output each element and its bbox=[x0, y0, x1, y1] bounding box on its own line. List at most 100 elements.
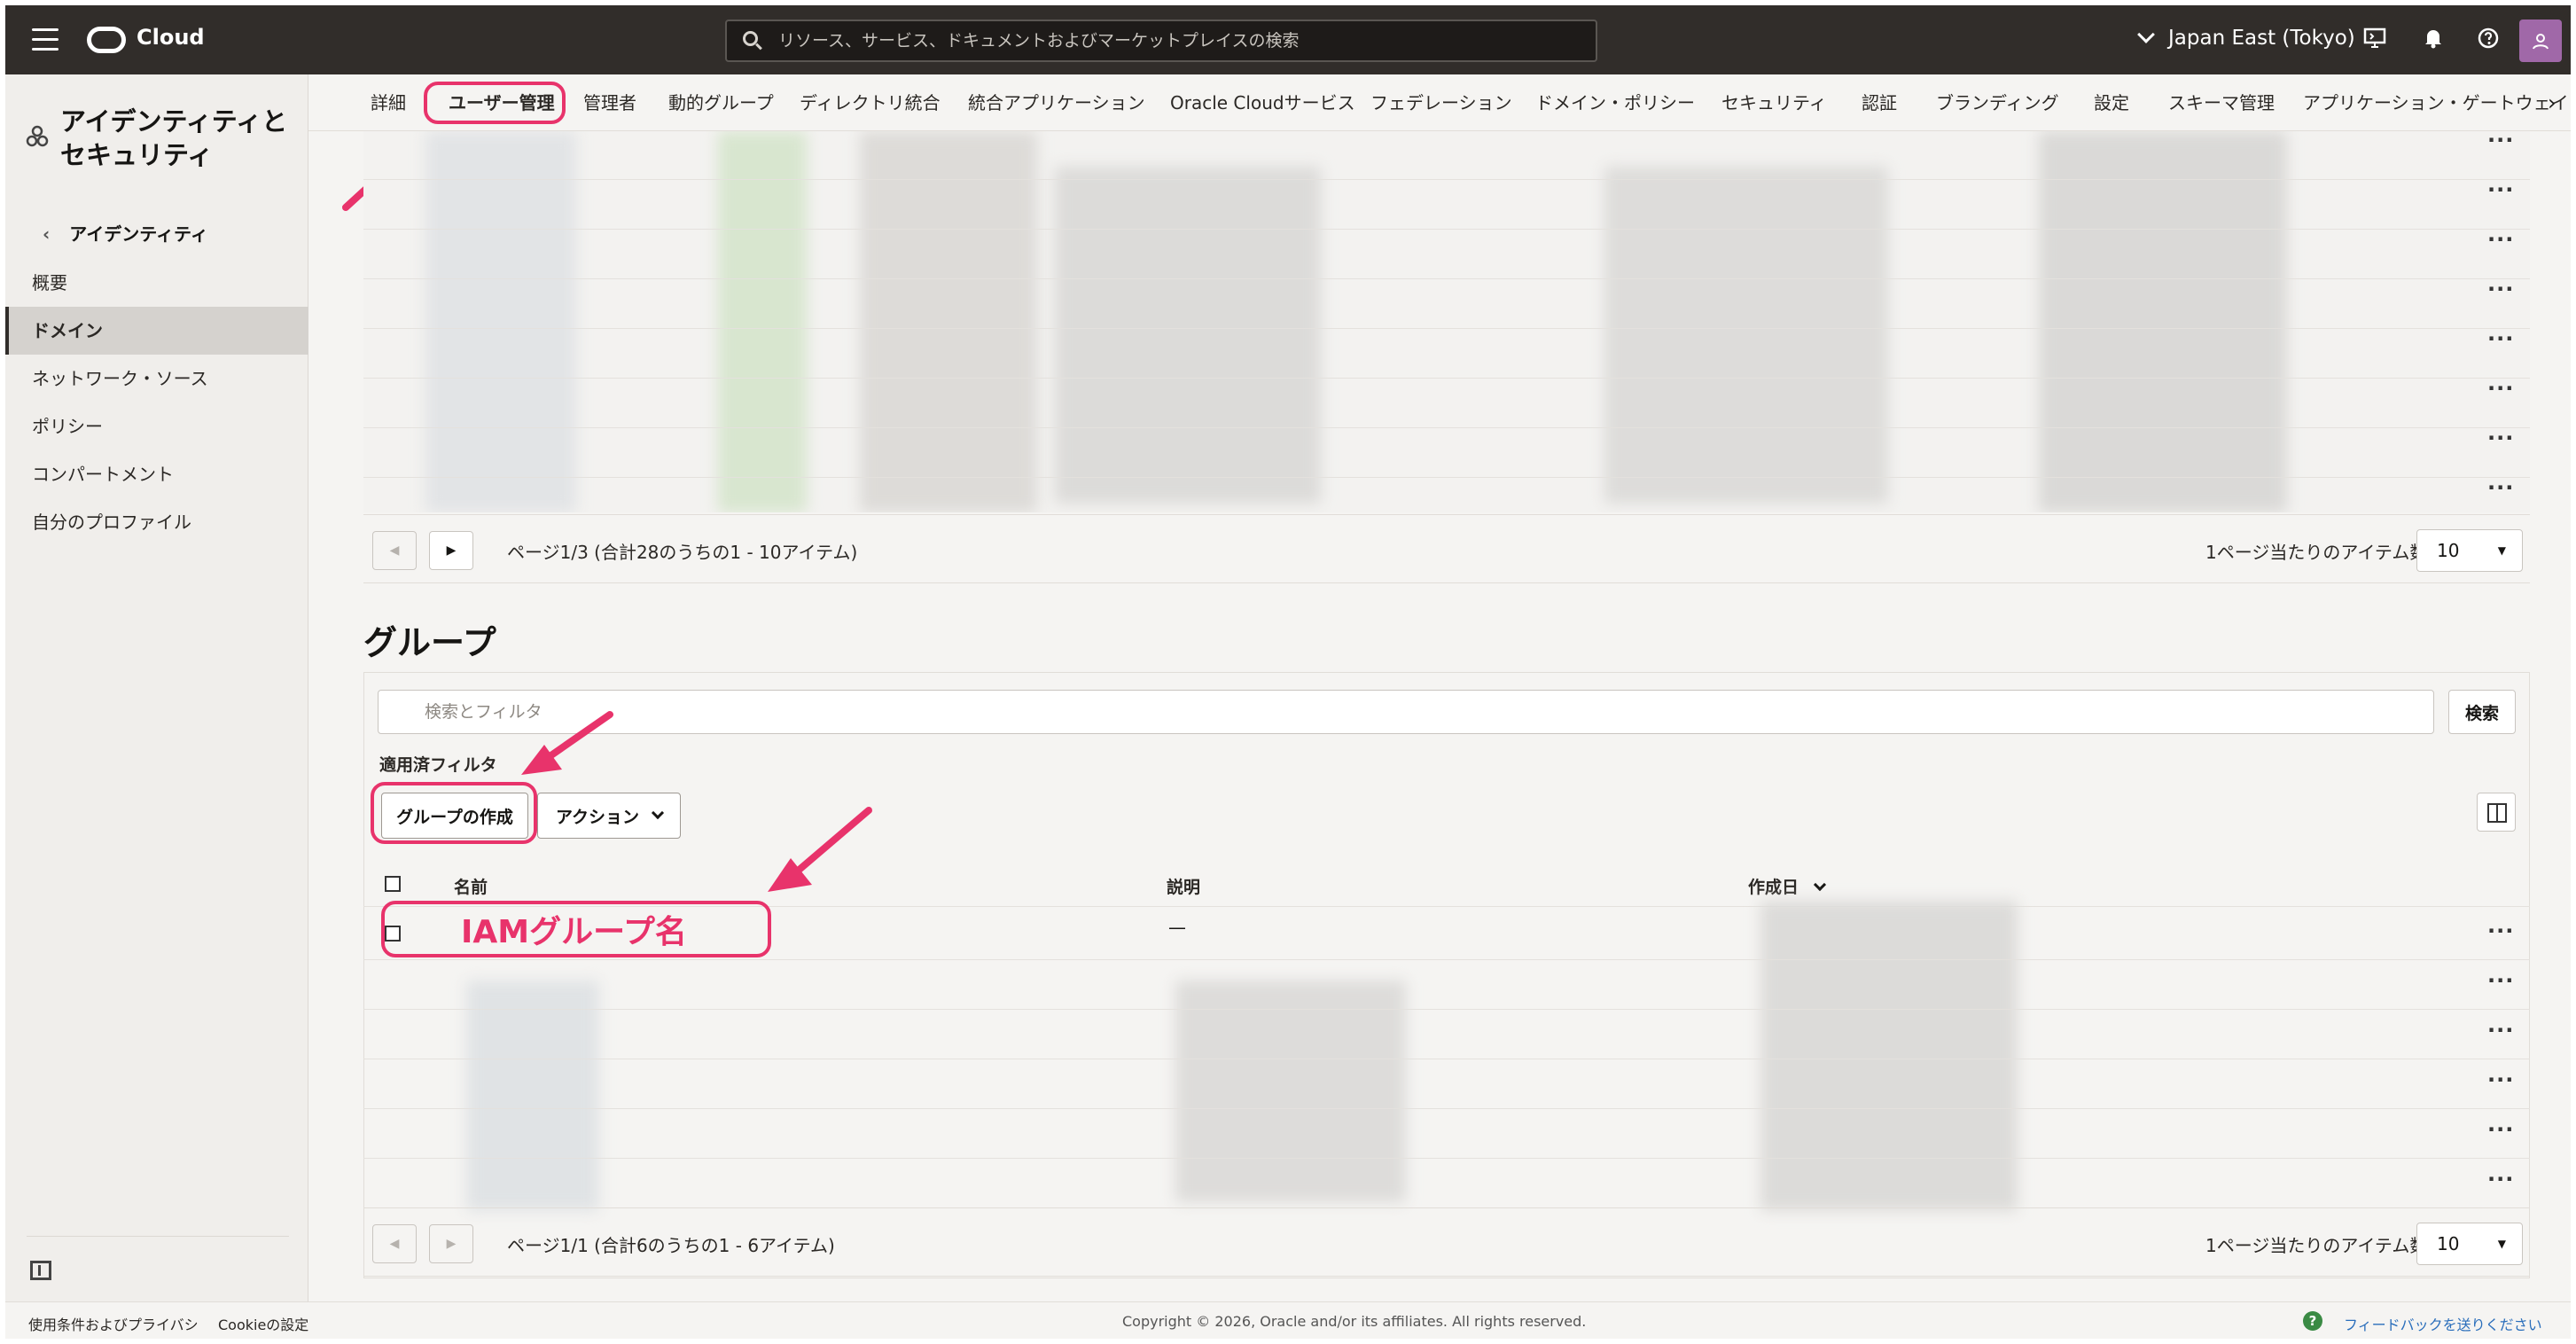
actions-menu-button[interactable]: アクション bbox=[537, 793, 681, 839]
column-header-created-label: 作成日 bbox=[1748, 878, 1799, 897]
sort-descending-icon bbox=[1813, 878, 1826, 892]
feedback-help-icon: ? bbox=[2303, 1311, 2322, 1331]
caret-down-icon: ▼ bbox=[2497, 1238, 2506, 1250]
next-page-button[interactable]: ▶ bbox=[429, 531, 473, 570]
tab-administrators[interactable]: 管理者 bbox=[583, 89, 636, 114]
column-header-created[interactable]: 作成日 bbox=[1748, 874, 1826, 898]
redacted-block bbox=[1760, 901, 2018, 1211]
row-divider bbox=[363, 378, 2530, 379]
row-divider bbox=[363, 477, 2530, 478]
groups-page-info: ページ1/1 (合計6のうちの1 - 6アイテム) bbox=[507, 1235, 835, 1256]
feedback-link[interactable]: フィードバックを送りください bbox=[2344, 1313, 2542, 1334]
row-actions-icon[interactable]: ··· bbox=[2487, 128, 2514, 152]
tab-dynamic-groups[interactable]: 動的グループ bbox=[668, 89, 774, 114]
tabs-scroll-right-icon[interactable]: › bbox=[2548, 90, 2556, 115]
cloud-shell-icon[interactable] bbox=[2361, 27, 2388, 53]
back-to-identity-link[interactable]: ‹ アイデンティティ bbox=[43, 220, 208, 246]
column-header-name[interactable]: 名前 bbox=[454, 874, 488, 898]
collapse-sidebar-icon[interactable] bbox=[30, 1261, 51, 1280]
tab-settings[interactable]: 設定 bbox=[2094, 89, 2129, 114]
row-divider bbox=[363, 328, 2530, 329]
applied-filters-label: 適用済フィルタ bbox=[379, 755, 497, 775]
menu-icon[interactable] bbox=[32, 28, 59, 51]
back-link-label: アイデンティティ bbox=[69, 223, 208, 245]
sidebar-item-network-sources[interactable]: ネットワーク・ソース bbox=[5, 355, 308, 402]
groups-search-button[interactable]: 検索 bbox=[2448, 690, 2516, 734]
tab-integrated-applications[interactable]: 統合アプリケーション bbox=[968, 89, 1145, 114]
row-actions-icon[interactable]: ··· bbox=[2487, 177, 2514, 202]
column-header-description[interactable]: 説明 bbox=[1167, 874, 1200, 898]
column-settings-icon[interactable] bbox=[2477, 793, 2516, 832]
users-per-page-select[interactable]: 10 ▼ bbox=[2416, 529, 2523, 572]
row-actions-icon[interactable]: ··· bbox=[2487, 1067, 2514, 1092]
sidebar-item-domains[interactable]: ドメイン bbox=[5, 307, 308, 355]
notifications-bell-icon[interactable] bbox=[2420, 27, 2447, 53]
search-icon bbox=[743, 31, 762, 51]
sidebar-item-overview[interactable]: 概要 bbox=[5, 259, 308, 307]
row-actions-icon[interactable]: ··· bbox=[2487, 277, 2514, 301]
sidebar-item-policies[interactable]: ポリシー bbox=[5, 402, 308, 450]
identity-security-icon bbox=[25, 124, 50, 155]
groups-per-page-label: 1ページ当たりのアイテム数 bbox=[2205, 1235, 2428, 1256]
region-selector[interactable]: Japan East (Tokyo) bbox=[2135, 26, 2355, 50]
row-actions-icon[interactable]: ··· bbox=[2487, 426, 2514, 450]
row-actions-icon[interactable]: ··· bbox=[2487, 475, 2514, 500]
annotation-arrow-icon bbox=[768, 807, 872, 892]
terms-link[interactable]: 使用条件およびプライバシ bbox=[28, 1313, 199, 1334]
cookie-settings-link[interactable]: Cookieの設定 bbox=[218, 1313, 308, 1334]
first-row-description: — bbox=[1168, 917, 1186, 938]
tab-oracle-cloud-services[interactable]: Oracle Cloudサービス bbox=[1170, 89, 1355, 114]
help-icon[interactable] bbox=[2475, 27, 2502, 53]
row-divider bbox=[363, 278, 2530, 279]
brand-name[interactable]: Cloud bbox=[137, 25, 205, 50]
row-divider bbox=[363, 427, 2530, 428]
row-actions-icon[interactable]: ··· bbox=[2487, 1167, 2514, 1192]
oracle-logo-icon[interactable] bbox=[87, 27, 126, 53]
row-actions-icon[interactable]: ··· bbox=[2487, 918, 2514, 943]
sidebar: アイデンティティとセキュリティ ‹ アイデンティティ 概要 ドメイン ネットワーク… bbox=[5, 74, 308, 1301]
next-page-button[interactable]: ▶ bbox=[429, 1224, 473, 1263]
tab-security[interactable]: セキュリティ bbox=[1721, 89, 1827, 114]
row-divider bbox=[363, 179, 2530, 180]
tab-domain-policies[interactable]: ドメイン・ポリシー bbox=[1535, 89, 1695, 114]
users-pagination: ◀ ▶ ページ1/3 (合計28のうちの1 - 10アイテム) 1ページ当たりの… bbox=[363, 514, 2530, 583]
tab-details[interactable]: 詳細 bbox=[371, 89, 406, 114]
region-label: Japan East (Tokyo) bbox=[2168, 27, 2355, 50]
prev-page-button[interactable]: ◀ bbox=[372, 1224, 417, 1263]
page-footer: 使用条件およびプライバシ Cookieの設定 Copyright © 2026,… bbox=[5, 1301, 2571, 1339]
redacted-block bbox=[1175, 981, 1406, 1202]
tab-schema-management[interactable]: スキーマ管理 bbox=[2168, 89, 2275, 114]
row-actions-icon[interactable]: ··· bbox=[2487, 1018, 2514, 1043]
prev-page-button[interactable]: ◀ bbox=[372, 531, 417, 570]
tab-branding[interactable]: ブランディング bbox=[1936, 89, 2059, 114]
groups-filter-input[interactable] bbox=[378, 690, 2434, 734]
user-avatar-icon[interactable] bbox=[2519, 20, 2562, 62]
tab-federation[interactable]: フェデレーション bbox=[1370, 89, 1512, 114]
groups-per-page-select[interactable]: 10 ▼ bbox=[2416, 1223, 2523, 1265]
annotation-arrow-icon bbox=[521, 711, 613, 775]
row-actions-icon[interactable]: ··· bbox=[2487, 326, 2514, 351]
users-table-redacted bbox=[363, 131, 2530, 512]
top-bar: Cloud Japan East (Tokyo) bbox=[5, 5, 2571, 74]
row-actions-icon[interactable]: ··· bbox=[2487, 968, 2514, 993]
redacted-block bbox=[1055, 167, 1321, 504]
row-actions-icon[interactable]: ··· bbox=[2487, 376, 2514, 401]
sidebar-item-my-profile[interactable]: 自分のプロファイル bbox=[5, 498, 308, 546]
sidebar-item-compartments[interactable]: コンパートメント bbox=[5, 450, 308, 498]
app-frame: Cloud Japan East (Tokyo) アイデンティティとセキュリティ… bbox=[5, 5, 2571, 1339]
select-all-checkbox[interactable] bbox=[385, 876, 401, 892]
tab-directory-integrations[interactable]: ディレクトリ統合 bbox=[800, 89, 941, 114]
sidebar-divider bbox=[27, 1236, 289, 1237]
global-search-input[interactable] bbox=[778, 31, 1596, 51]
chevron-left-icon: ‹ bbox=[43, 223, 51, 245]
caret-down-icon: ▼ bbox=[2497, 544, 2506, 557]
row-actions-icon[interactable]: ··· bbox=[2487, 1117, 2514, 1142]
copyright-text: Copyright © 2026, Oracle and/or its affi… bbox=[1122, 1313, 1587, 1330]
global-search[interactable] bbox=[725, 20, 1597, 62]
redacted-block bbox=[1604, 167, 1888, 504]
groups-per-page-value: 10 bbox=[2437, 1233, 2460, 1254]
tab-authentication[interactable]: 認証 bbox=[1862, 89, 1897, 114]
tab-app-gateways[interactable]: アプリケーション・ゲートウェイ bbox=[2303, 89, 2569, 114]
redacted-block bbox=[425, 131, 576, 512]
row-actions-icon[interactable]: ··· bbox=[2487, 227, 2514, 252]
